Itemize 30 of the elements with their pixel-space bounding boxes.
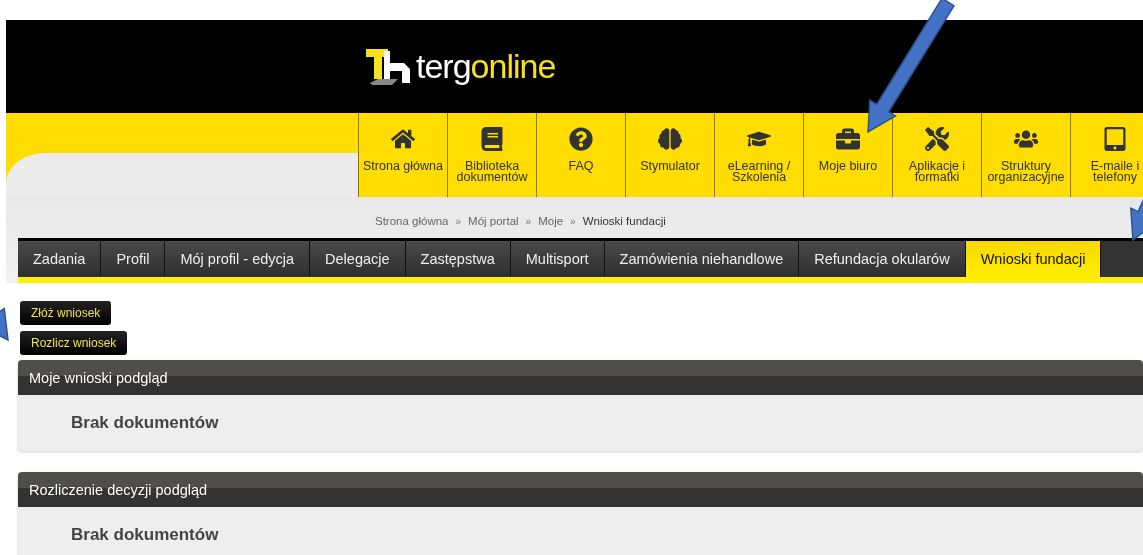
tab[interactable]: Zadania	[18, 241, 102, 277]
tab[interactable]: Profil	[101, 241, 166, 277]
home-icon	[391, 127, 415, 151]
breadcrumb-link[interactable]: Mój portal	[468, 215, 519, 227]
action-button[interactable]: Złóż wniosek	[20, 301, 112, 325]
separator-icon: »	[455, 215, 462, 227]
breadcrumb-link[interactable]: Wnioski fundacji	[582, 215, 666, 227]
brain-icon	[658, 127, 682, 151]
tab[interactable]: Multisport	[510, 241, 605, 277]
breadcrumb-link[interactable]: Strona główna	[375, 215, 449, 227]
separator-icon: »	[570, 215, 576, 227]
tab[interactable]: Zamówienia niehandlowe	[604, 241, 800, 277]
empty-message: Brak dokumentów	[70, 412, 220, 434]
tab[interactable]: Delegacje	[310, 241, 406, 277]
tools-icon	[925, 127, 949, 151]
tablet-icon	[1103, 127, 1127, 151]
books-icon	[480, 127, 504, 151]
empty-message: Brak dokumentów	[70, 524, 220, 546]
panel-header: Rozliczenie decyzji podgląd	[18, 472, 1143, 507]
tab[interactable]: Zastępstwa	[405, 241, 511, 277]
separator-icon: »	[525, 215, 532, 227]
tab[interactable]: Refundacja okularów	[799, 241, 966, 277]
question-icon	[569, 127, 593, 151]
action-button[interactable]: Rozlicz wniosek	[20, 331, 128, 355]
logo[interactable]: tergonline	[416, 47, 556, 86]
tab[interactable]: Wnioski fundacji	[965, 241, 1102, 277]
breadcrumb-link[interactable]: Moje	[538, 215, 564, 227]
tab[interactable]: Mój profil - edycja	[165, 241, 311, 277]
panel-header: Moje wnioski podgląd	[18, 360, 1143, 395]
briefcase-icon	[836, 127, 860, 151]
